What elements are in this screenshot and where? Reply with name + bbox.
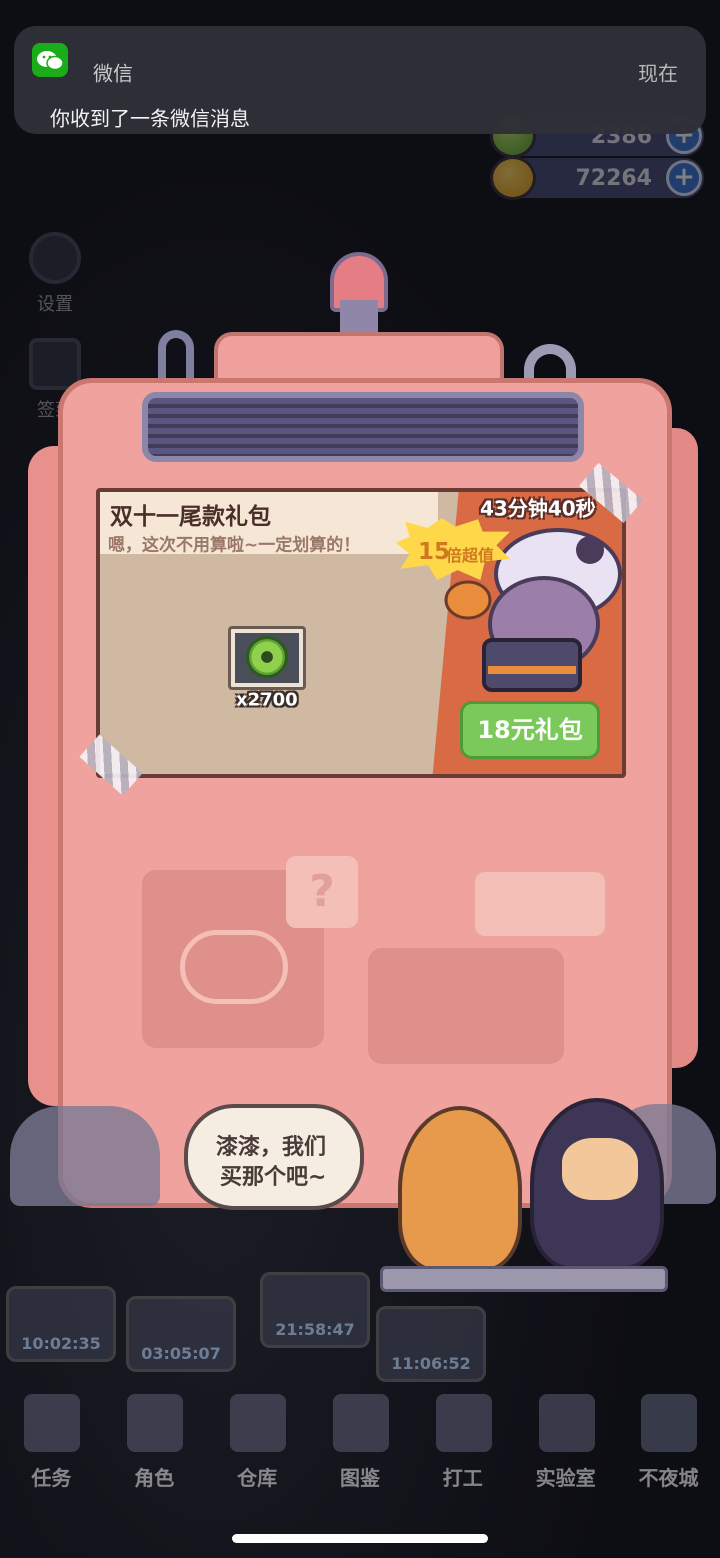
nav-item-characters[interactable]: 角色 <box>109 1384 199 1494</box>
lab-icon <box>538 1394 595 1452</box>
nav-item-collection[interactable]: 图鉴 <box>315 1384 405 1494</box>
nav-item-lab[interactable]: 实验室 <box>521 1384 611 1494</box>
building-timer-text: 11:06:52 <box>391 1354 471 1373</box>
nav-label: 任务 <box>31 1466 72 1490</box>
nav-label: 打工 <box>442 1466 483 1490</box>
building-timer-text: 21:58:47 <box>275 1320 355 1339</box>
notification-app-name: 微信 <box>93 61 133 86</box>
work-icon <box>435 1394 492 1452</box>
bottom-nav: 任务 角色 仓库 图鉴 打工 实验室 不夜城 <box>0 1384 720 1494</box>
nav-label: 仓库 <box>237 1466 278 1490</box>
donut-icon <box>246 636 288 678</box>
building-timer[interactable]: 03:05:07 <box>126 1296 236 1372</box>
nav-label: 图鉴 <box>339 1466 380 1490</box>
building-timer-text: 10:02:35 <box>21 1334 101 1353</box>
notification-message: 你收到了一条微信消息 <box>50 106 250 131</box>
bear-face <box>562 1138 638 1200</box>
speech-text-line1: 漆漆，我们 <box>216 1135 327 1160</box>
face-emblem <box>180 930 288 1004</box>
buy-gift-pack-button[interactable]: 18元礼包 <box>460 701 600 759</box>
machine-slot-right <box>368 948 564 1064</box>
value-label: 倍超值 <box>446 546 495 565</box>
home-indicator[interactable] <box>232 1534 488 1543</box>
wechat-notification-banner[interactable]: 微信 现在 你收到了一条微信消息 <box>14 26 706 134</box>
speech-text-line2: 买那个吧~ <box>220 1165 327 1190</box>
warehouse-icon <box>230 1394 287 1452</box>
nav-item-work[interactable]: 打工 <box>418 1384 508 1494</box>
building-timer[interactable]: 11:06:52 <box>376 1306 486 1382</box>
machine-claw-left <box>10 1106 160 1206</box>
nav-item-tasks[interactable]: 任务 <box>6 1384 96 1494</box>
reward-item-quantity: x2700 <box>236 689 298 711</box>
city-icon <box>641 1394 698 1452</box>
wechat-icon <box>32 43 68 77</box>
building-timer[interactable]: 10:02:35 <box>6 1286 116 1362</box>
nav-label: 不夜城 <box>638 1466 699 1490</box>
nav-item-warehouse[interactable]: 仓库 <box>212 1384 302 1494</box>
book-icon <box>332 1394 389 1452</box>
gift-pack-title: 双十一尾款礼包 <box>110 504 271 530</box>
building-timer-text: 03:05:07 <box>141 1344 221 1363</box>
question-mark-icon: ? <box>286 856 358 928</box>
nav-label: 实验室 <box>535 1466 596 1490</box>
gift-pack-header: 双十一尾款礼包 嗯，这次不用算啦~一定划算的！ <box>100 492 438 556</box>
nav-label: 角色 <box>134 1466 175 1490</box>
gift-pack-subtitle: 嗯，这次不用算啦~一定划算的！ <box>108 535 361 556</box>
machine-slot-top-right <box>475 872 605 936</box>
cat-character <box>398 1106 522 1272</box>
machine-vent <box>142 392 584 462</box>
task-icon <box>24 1394 81 1452</box>
bear-character <box>530 1098 664 1270</box>
character-icon <box>127 1394 184 1452</box>
building-timer[interactable]: 21:58:47 <box>260 1272 370 1348</box>
notification-time: 现在 <box>638 61 678 86</box>
nav-item-city[interactable]: 不夜城 <box>623 1384 713 1494</box>
character-platform <box>380 1266 668 1292</box>
